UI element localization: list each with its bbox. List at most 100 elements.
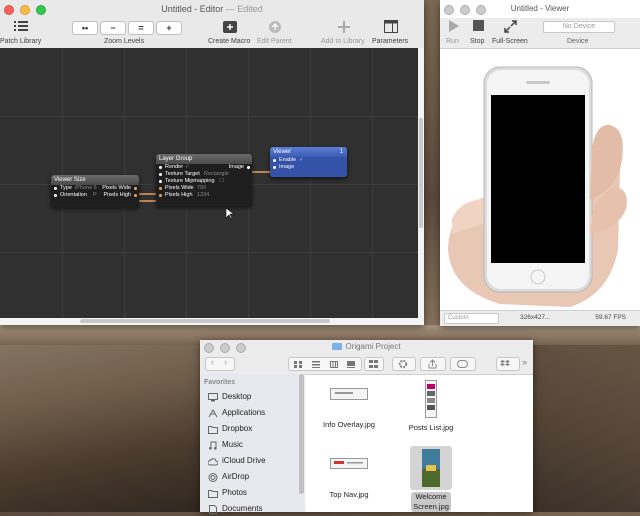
image-thumbnail-icon: [425, 380, 437, 418]
port-label: Texture Mipmapping: [165, 178, 215, 184]
plus-icon[interactable]: [337, 20, 351, 36]
forward-icon[interactable]: ›: [224, 357, 227, 367]
full-screen-icon[interactable]: [504, 20, 517, 33]
patch-viewer-size[interactable]: Viewer Size Type iPhone 6 Pixels Wide Or…: [51, 175, 139, 207]
input-port[interactable]: [159, 187, 162, 190]
list-icon[interactable]: [14, 20, 28, 34]
patch-row-type[interactable]: Type iPhone 6 Pixels Wide: [51, 185, 139, 192]
parameters-icon[interactable]: [384, 20, 398, 35]
sidebar-item-dropbox[interactable]: Dropbox: [208, 422, 252, 436]
input-port[interactable]: [273, 166, 276, 169]
minimize-button[interactable]: [220, 343, 230, 353]
sidebar-item-documents[interactable]: Documents: [208, 502, 262, 516]
port-value: ✓: [185, 164, 190, 170]
share-button[interactable]: [420, 357, 446, 371]
sidebar-item-music[interactable]: Music: [208, 438, 243, 452]
play-icon[interactable]: [448, 20, 460, 32]
create-macro-icon[interactable]: [223, 21, 237, 35]
file-item-selected[interactable]: Welcome Screen.jpg: [396, 446, 466, 512]
folder-icon: [208, 425, 218, 434]
patch-row-texture-mipmapping[interactable]: Texture Mipmapping ☐: [156, 178, 252, 185]
cover-flow-icon[interactable]: [347, 361, 355, 368]
stop-button[interactable]: Stop: [470, 38, 484, 45]
arrange-button[interactable]: [364, 357, 384, 371]
input-port[interactable]: [54, 187, 57, 190]
output-label: Pixels High: [103, 192, 131, 198]
patch-row-pixels-wide[interactable]: Pixels Wide 750: [156, 185, 252, 192]
zoom-out-button[interactable]: −: [100, 21, 126, 35]
viewer-patch-title: Viewer: [273, 149, 292, 155]
file-name: Posts List.jpg: [408, 423, 454, 432]
sidebar-item-airdrop[interactable]: AirDrop: [208, 470, 249, 484]
edit-parent-icon[interactable]: [268, 20, 282, 36]
sidebar-item-label: iCloud Drive: [222, 456, 266, 465]
sidebar-item-applications[interactable]: Applications: [208, 406, 265, 420]
column-view-icon[interactable]: [330, 361, 338, 368]
tags-button[interactable]: [450, 357, 476, 371]
list-view-icon[interactable]: [312, 361, 320, 368]
patch-canvas[interactable]: Viewer Size Type iPhone 6 Pixels Wide Or…: [0, 48, 418, 318]
finder-title: Origami Project: [345, 342, 401, 351]
patch-row-enable[interactable]: Enable ✓: [270, 157, 347, 164]
file-name: Top Nav.jpg: [329, 490, 369, 499]
close-button[interactable]: [204, 343, 214, 353]
dropbox-button[interactable]: [496, 357, 520, 371]
icon-view-icon[interactable]: [294, 361, 302, 368]
full-screen-button[interactable]: Full-Screen: [492, 38, 528, 45]
output-port[interactable]: [247, 166, 250, 169]
edit-parent-button[interactable]: Edit Parent: [257, 38, 292, 45]
add-to-library-button[interactable]: Add to Library: [321, 38, 365, 45]
parameters-button[interactable]: Parameters: [372, 38, 408, 45]
port-label: Pixels High: [165, 192, 193, 198]
sidebar-item-label: Photos: [222, 488, 247, 497]
sidebar-item-desktop[interactable]: Desktop: [208, 390, 251, 404]
port-value: 750: [197, 185, 207, 191]
back-forward-buttons[interactable]: ‹ ›: [205, 357, 235, 371]
sidebar-item-photos[interactable]: Photos: [208, 486, 247, 500]
patch-library-button[interactable]: Patch Library: [0, 38, 41, 45]
back-icon[interactable]: ‹: [211, 357, 214, 367]
file-item[interactable]: Info Overlay.jpg: [314, 388, 384, 429]
patch-row-orientation[interactable]: Orientation P Pixels High: [51, 192, 139, 199]
zoom-fit-button[interactable]: ••: [72, 21, 98, 35]
input-port[interactable]: [159, 173, 162, 176]
patch-title: Layer Group: [156, 154, 252, 164]
patch-row-render[interactable]: Render ✓ Image: [156, 164, 252, 171]
zoom-in-button[interactable]: +: [156, 21, 182, 35]
output-port[interactable]: [134, 187, 137, 190]
finder-window: Origami Project ‹ › » Favorites Desktop …: [200, 340, 533, 514]
zoom-reset-button[interactable]: =: [128, 21, 154, 35]
patch-row-texture-target[interactable]: Texture Target Rectangle: [156, 171, 252, 178]
patch-viewer[interactable]: Viewer 1 Enable ✓ Image: [270, 147, 347, 177]
output-port[interactable]: [134, 194, 137, 197]
device-select[interactable]: No Device: [543, 21, 615, 33]
file-item[interactable]: Posts List.jpg: [396, 380, 466, 432]
input-port[interactable]: [159, 194, 162, 197]
device-label: Device: [567, 38, 589, 45]
action-button[interactable]: [392, 357, 416, 371]
sidebar-scrollbar[interactable]: [299, 374, 304, 494]
editor-vertical-scrollbar[interactable]: [418, 48, 424, 318]
applications-icon: [208, 408, 218, 417]
stop-icon[interactable]: [473, 20, 484, 31]
port-value: ✓: [299, 157, 304, 163]
patch-row-pixels-high[interactable]: Pixels High 1334: [156, 192, 252, 199]
viewer-dimensions: 326x427...: [520, 314, 551, 321]
port-value: ☐: [219, 178, 224, 184]
file-item[interactable]: Top Nav.jpg: [314, 458, 384, 499]
editor-horizontal-scrollbar[interactable]: [0, 318, 424, 325]
size-select[interactable]: Custom: [444, 313, 499, 324]
create-macro-button[interactable]: Create Macro: [208, 38, 250, 45]
sidebar-item-icloud-drive[interactable]: iCloud Drive: [208, 454, 266, 468]
patch-layer-group[interactable]: Layer Group Render ✓ Image Texture Targe…: [156, 154, 252, 206]
input-port[interactable]: [273, 159, 276, 162]
patch-row-image[interactable]: Image: [270, 164, 347, 171]
zoom-button[interactable]: [236, 343, 246, 353]
input-port[interactable]: [159, 166, 162, 169]
input-port[interactable]: [159, 180, 162, 183]
toolbar-overflow-icon[interactable]: »: [522, 357, 527, 367]
run-button[interactable]: Run: [446, 38, 459, 45]
view-mode-buttons[interactable]: [288, 357, 362, 371]
editor-title: Untitled - Editor — Edited: [0, 0, 424, 18]
input-port[interactable]: [54, 194, 57, 197]
